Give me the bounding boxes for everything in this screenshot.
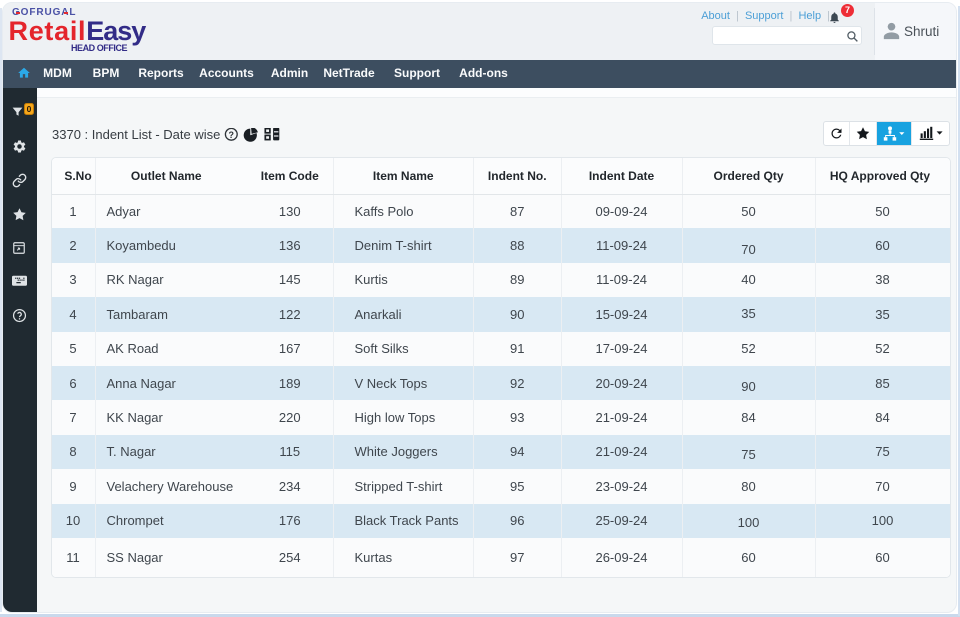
svg-text:?: ? xyxy=(229,130,235,140)
